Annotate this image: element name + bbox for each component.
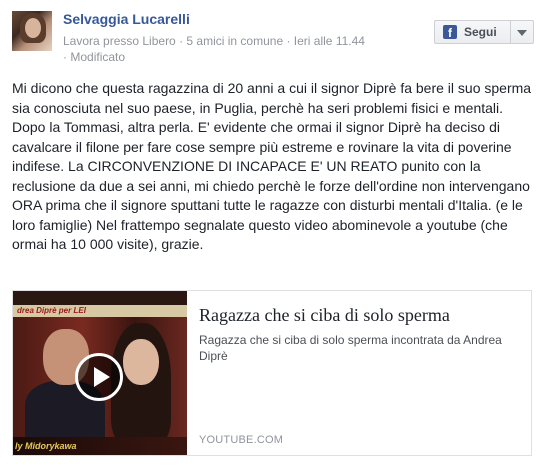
follow-button[interactable]: f Segui xyxy=(434,20,534,44)
chevron-down-icon[interactable] xyxy=(517,30,527,36)
play-triangle xyxy=(94,367,110,387)
link-card-description: Ragazza che si ciba di solo sperma incon… xyxy=(199,333,502,363)
thumbnail-woman-face xyxy=(123,339,159,385)
author-avatar[interactable] xyxy=(12,11,52,51)
follow-button-divider xyxy=(510,21,511,43)
play-icon[interactable] xyxy=(75,353,123,401)
video-thumbnail[interactable]: drea Diprè per LEI ly Midorykawa xyxy=(13,291,187,455)
link-preview-card[interactable]: drea Diprè per LEI ly Midorykawa Ragazza… xyxy=(12,290,532,456)
author-name-link[interactable]: Selvaggia Lucarelli xyxy=(63,11,190,27)
link-card-domain: YOUTUBE.COM xyxy=(199,434,284,446)
meta-edited[interactable]: Modificato xyxy=(70,50,125,64)
meta-timestamp[interactable]: Ieri alle 11.44 xyxy=(294,34,365,48)
avatar-face xyxy=(25,18,41,38)
post-meta: Lavora presso Libero · 5 amici in comune… xyxy=(63,33,413,65)
meta-workplace[interactable]: Lavora presso Libero xyxy=(63,34,176,48)
meta-separator: · xyxy=(283,34,294,48)
facebook-f-icon: f xyxy=(443,25,457,39)
thumbnail-banner-text: drea Diprè per LEI xyxy=(13,305,187,317)
thumbnail-caption-text: ly Midorykawa xyxy=(13,437,187,455)
post-body-text: Mi dicono che questa ragazzina di 20 ann… xyxy=(12,80,532,252)
link-card-title[interactable]: Ragazza che si ciba di solo sperma xyxy=(199,304,519,326)
meta-mutual-friends[interactable]: 5 amici in comune xyxy=(186,34,283,48)
meta-separator: · xyxy=(175,34,187,48)
facebook-post: Selvaggia Lucarelli Lavora presso Libero… xyxy=(0,0,544,466)
follow-button-label: Segui xyxy=(464,25,497,39)
